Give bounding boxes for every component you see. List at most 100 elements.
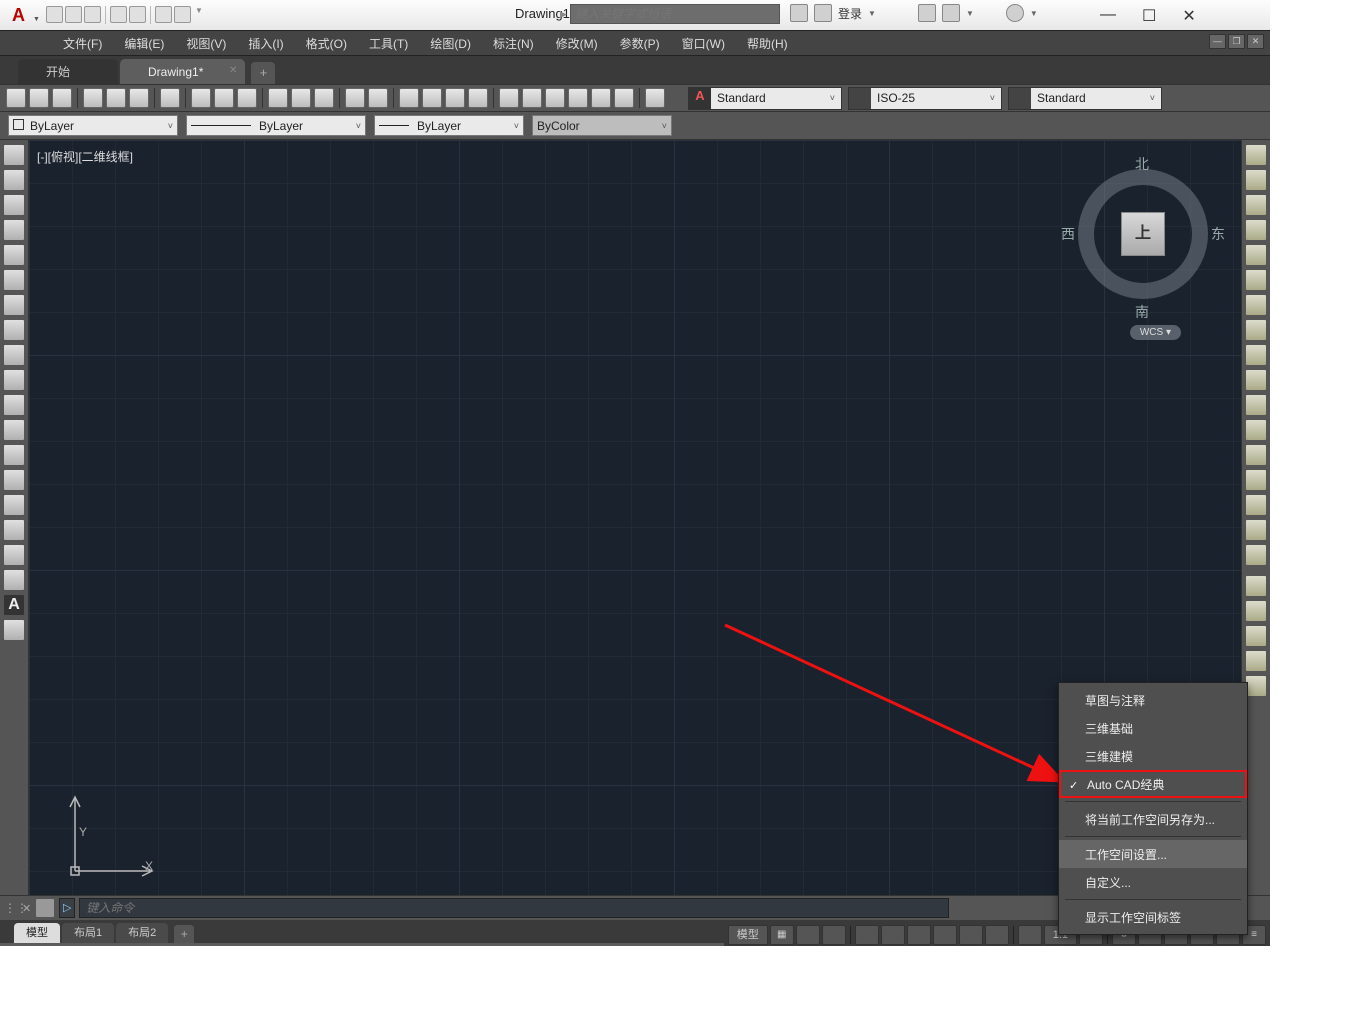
extend-tool-icon[interactable] — [1245, 394, 1267, 416]
a360-dropdown-icon[interactable]: ▼ — [966, 9, 974, 18]
spline-tool-icon[interactable] — [3, 344, 25, 366]
viewcube-west[interactable]: 西 — [1061, 224, 1075, 244]
text-tool-icon[interactable]: A — [3, 594, 25, 616]
qat-open-icon[interactable] — [65, 6, 82, 23]
block-tool-icon[interactable] — [3, 444, 25, 466]
arc-tool-icon[interactable] — [3, 269, 25, 291]
chamfer-tool-icon[interactable] — [1245, 469, 1267, 491]
ellipsearc-tool-icon[interactable] — [3, 394, 25, 416]
tab-add-button[interactable]: + — [251, 62, 275, 84]
cmd-handle-icon[interactable]: ⋮⋮ — [4, 898, 18, 918]
cmd-prompt-icon[interactable]: ▷ — [59, 898, 75, 918]
menu-file[interactable]: 文件(F) — [52, 31, 113, 56]
layer-combo[interactable]: ByLayer˅ — [8, 115, 178, 136]
cmd-customize-icon[interactable] — [35, 898, 55, 918]
login-dropdown-icon[interactable]: ▼ — [868, 9, 876, 18]
tb-redo-icon[interactable] — [368, 88, 388, 108]
menu-dim[interactable]: 标注(N) — [482, 31, 545, 56]
app-menu-button[interactable]: A — [2, 1, 35, 30]
status-ortho-icon[interactable] — [822, 925, 846, 945]
layout-add-button[interactable]: + — [174, 925, 194, 943]
status-otrack-icon[interactable] — [933, 925, 957, 945]
group1-tool-icon[interactable] — [1245, 575, 1267, 597]
erase-tool-icon[interactable] — [1245, 144, 1267, 166]
fillet-tool-icon[interactable] — [1245, 494, 1267, 516]
status-transparency-icon[interactable] — [985, 925, 1009, 945]
explode-tool-icon[interactable] — [1245, 544, 1267, 566]
menu-help[interactable]: 帮助(H) — [736, 31, 799, 56]
menu-window[interactable]: 窗口(W) — [671, 31, 736, 56]
viewcube-top-face[interactable]: 上 — [1121, 212, 1165, 256]
tb-calc-icon[interactable] — [614, 88, 634, 108]
tb-props-icon[interactable] — [499, 88, 519, 108]
status-3dosnap-icon[interactable] — [907, 925, 931, 945]
status-osnap-icon[interactable] — [881, 925, 905, 945]
tb-open-icon[interactable] — [29, 88, 49, 108]
tb-cloud-icon[interactable] — [160, 88, 180, 108]
addselected-tool-icon[interactable] — [3, 619, 25, 641]
wcs-badge[interactable]: WCS ▾ — [1130, 325, 1181, 340]
mirror-tool-icon[interactable] — [1245, 194, 1267, 216]
tb-zoom-icon[interactable] — [422, 88, 442, 108]
tb-zoomprev-icon[interactable] — [468, 88, 488, 108]
region-tool-icon[interactable] — [3, 544, 25, 566]
revcloud-tool-icon[interactable] — [3, 319, 25, 341]
window-close-button[interactable]: ✕ — [1182, 6, 1195, 26]
tb-layer-icon[interactable] — [314, 88, 334, 108]
tab-close-icon[interactable]: ✕ — [229, 65, 237, 76]
join-tool-icon[interactable] — [1245, 444, 1267, 466]
layout-tab-1[interactable]: 布局1 — [62, 923, 114, 943]
menu-draw[interactable]: 绘图(D) — [419, 31, 482, 56]
tb-markup-icon[interactable] — [591, 88, 611, 108]
menu-insert[interactable]: 插入(I) — [237, 31, 294, 56]
menu-param[interactable]: 参数(P) — [609, 31, 671, 56]
tb-save-icon[interactable] — [52, 88, 72, 108]
qat-expand-icon[interactable]: ▼ — [195, 6, 203, 24]
group5-tool-icon[interactable] — [1245, 675, 1267, 697]
search-expand-icon[interactable]: ▶ — [560, 9, 567, 20]
menu-format[interactable]: 格式(O) — [295, 31, 358, 56]
group3-tool-icon[interactable] — [1245, 625, 1267, 647]
tb-cut-icon[interactable] — [191, 88, 211, 108]
group4-tool-icon[interactable] — [1245, 650, 1267, 672]
popup-3dbasic-button[interactable]: 三维基础 — [1059, 714, 1247, 742]
hatch-tool-icon[interactable] — [3, 494, 25, 516]
tb-zoomwin-icon[interactable] — [445, 88, 465, 108]
menu-edit[interactable]: 编辑(E) — [113, 31, 175, 56]
tb-copy-icon[interactable] — [214, 88, 234, 108]
menu-view[interactable]: 视图(V) — [175, 31, 237, 56]
popup-drafting-button[interactable]: 草图与注释 — [1059, 686, 1247, 714]
tab-start[interactable]: 开始 — [18, 59, 118, 84]
popup-3dmodel-button[interactable]: 三维建模 — [1059, 742, 1247, 770]
app-menu-dropdown-icon[interactable]: ▼ — [33, 16, 40, 23]
color-combo[interactable]: ByColor˅ — [532, 115, 672, 136]
stretch-tool-icon[interactable] — [1245, 344, 1267, 366]
binoculars-icon[interactable] — [790, 4, 808, 22]
text-style-combo[interactable]: A Standard˅ — [688, 87, 842, 110]
tb-pan-icon[interactable] — [399, 88, 419, 108]
tb-ssm-icon[interactable] — [568, 88, 588, 108]
tab-drawing1[interactable]: Drawing1*✕ — [120, 59, 245, 84]
tb-block-icon[interactable] — [291, 88, 311, 108]
group2-tool-icon[interactable] — [1245, 600, 1267, 622]
status-snap-icon[interactable] — [796, 925, 820, 945]
tb-dc-icon[interactable] — [522, 88, 542, 108]
popup-customize-button[interactable]: 自定义... — [1059, 868, 1247, 896]
status-grid-icon[interactable]: ▦ — [770, 925, 794, 945]
tb-print-icon[interactable] — [83, 88, 103, 108]
popup-saveas-button[interactable]: 将当前工作空间另存为... — [1059, 805, 1247, 833]
window-maximize-button[interactable]: ☐ — [1142, 6, 1156, 26]
user-icon[interactable] — [814, 4, 832, 22]
tb-publish-icon[interactable] — [129, 88, 149, 108]
point-tool-icon[interactable] — [3, 469, 25, 491]
help-dropdown-icon[interactable]: ▼ — [1030, 9, 1038, 18]
menu-tools[interactable]: 工具(T) — [358, 31, 419, 56]
qat-new-icon[interactable] — [46, 6, 63, 23]
gradient-tool-icon[interactable] — [3, 519, 25, 541]
tb-paste-icon[interactable] — [237, 88, 257, 108]
tb-help-icon[interactable] — [645, 88, 665, 108]
move-tool-icon[interactable] — [1245, 269, 1267, 291]
viewport-label[interactable]: [-][俯视][二维线框] — [37, 148, 133, 165]
tb-preview-icon[interactable] — [106, 88, 126, 108]
status-polar-icon[interactable] — [855, 925, 879, 945]
